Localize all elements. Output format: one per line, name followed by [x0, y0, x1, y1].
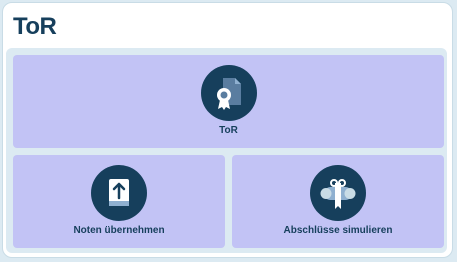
diploma-scroll-icon	[310, 165, 366, 221]
tile-abschluesse-simulieren[interactable]: Abschlüsse simulieren	[232, 155, 444, 248]
tile-noten-uebernehmen[interactable]: Noten übernehmen	[13, 155, 225, 248]
upload-book-icon	[91, 165, 147, 221]
certificate-document-icon	[200, 65, 257, 121]
tile-label: Abschlüsse simulieren	[283, 225, 393, 236]
tile-tor[interactable]: ToR	[13, 55, 444, 148]
tile-label: Noten übernehmen	[73, 225, 165, 236]
page-title: ToR	[13, 13, 57, 40]
tile-label: ToR	[219, 125, 238, 136]
